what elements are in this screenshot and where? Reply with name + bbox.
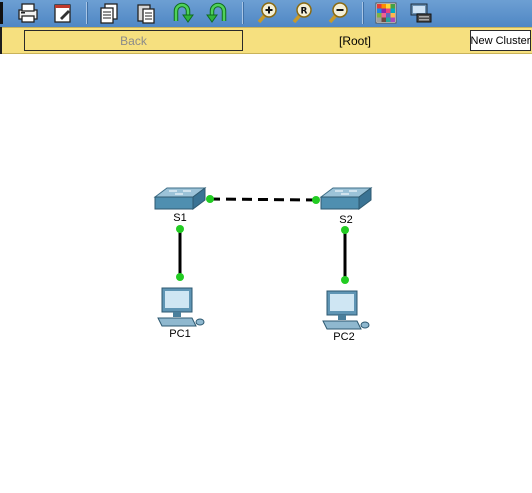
device-label-pc2: PC2: [333, 331, 355, 343]
toolbar-separator: [242, 2, 244, 24]
pc-icon: [157, 287, 205, 327]
redo-icon: [206, 2, 227, 23]
print-button[interactable]: [15, 1, 41, 25]
zoom-reset-icon: R: [292, 2, 312, 24]
zoom-in-button[interactable]: [254, 1, 280, 25]
toolbar-separator: [362, 2, 364, 24]
edit-button[interactable]: [50, 1, 76, 25]
redo-button[interactable]: [205, 1, 231, 25]
undo-icon: [173, 2, 194, 23]
logical-workspace[interactable]: S1 S2 PC1 PC2: [0, 54, 532, 493]
palette-icon: [375, 2, 397, 24]
device-label-s1: S1: [173, 212, 187, 224]
cluster-breadcrumb: [Root]: [338, 33, 371, 48]
pc-pc1[interactable]: [157, 287, 205, 327]
logical-navigation-bar: Back [Root] New Cluster: [0, 27, 532, 54]
palette-button[interactable]: [373, 1, 399, 25]
edit-icon: [54, 4, 71, 23]
zoom-out-icon: [328, 2, 348, 24]
link-light: [341, 226, 349, 234]
link-light: [176, 273, 184, 281]
paste-button[interactable]: [133, 1, 159, 25]
zoom-reset-button[interactable]: R: [289, 1, 315, 25]
zoom-out-button[interactable]: [325, 1, 351, 25]
print-icon: [18, 3, 38, 23]
paste-icon: [137, 4, 155, 24]
device-label-s2: S2: [339, 214, 353, 226]
link-light: [341, 276, 349, 284]
pc-icon: [322, 290, 370, 330]
custom-device-icon: [410, 3, 432, 23]
switch-s2[interactable]: [319, 187, 373, 210]
topology-canvas[interactable]: [0, 54, 532, 493]
copy-button[interactable]: [97, 1, 123, 25]
zoom-in-icon: [257, 2, 277, 24]
new-cluster-button[interactable]: New Cluster: [470, 30, 531, 51]
switch-s1[interactable]: [153, 187, 207, 210]
custom-device-button[interactable]: [408, 1, 434, 25]
back-button[interactable]: Back: [24, 30, 243, 51]
copy-icon: [100, 3, 118, 24]
main-toolbar: R: [0, 0, 532, 27]
link-s1-s2[interactable]: [209, 197, 317, 202]
device-label-pc1: PC1: [169, 328, 191, 340]
link-light: [206, 195, 214, 203]
toolbar-edge: [0, 2, 3, 24]
link-light: [176, 225, 184, 233]
undo-button[interactable]: [169, 1, 195, 25]
link-light: [312, 196, 320, 204]
svg-text:R: R: [301, 7, 308, 17]
navbar-edge: [0, 27, 2, 54]
pc-pc2[interactable]: [322, 290, 370, 330]
toolbar-separator: [86, 2, 88, 24]
